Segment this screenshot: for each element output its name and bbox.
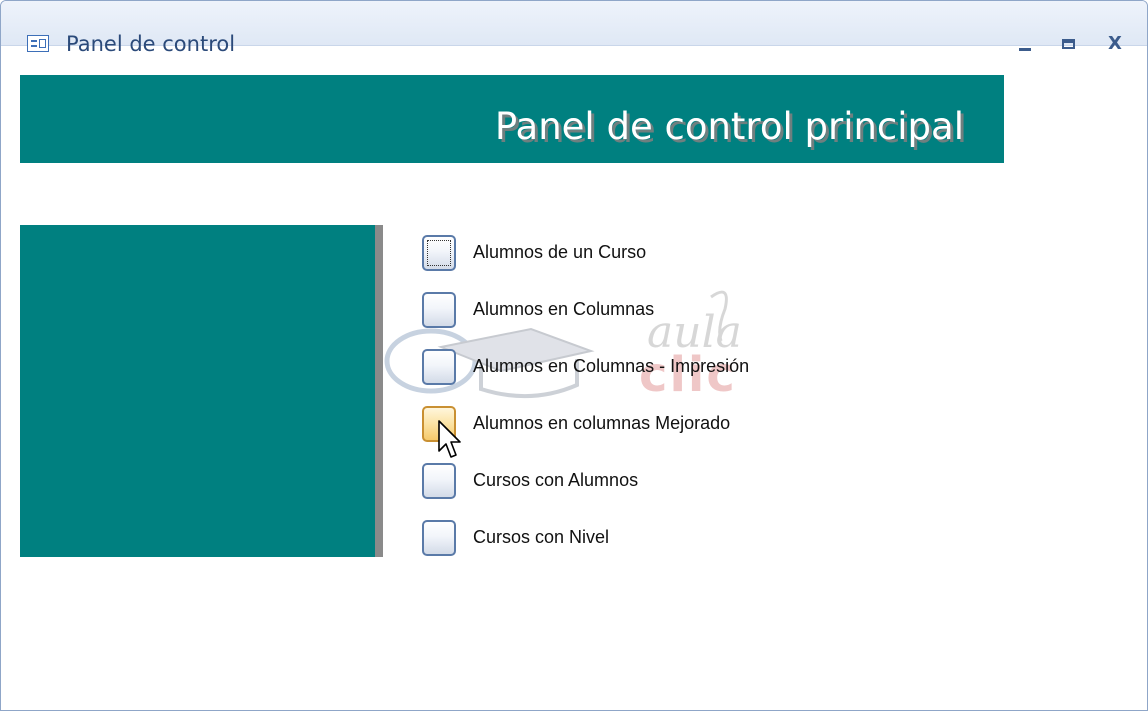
menu-item-alumnos-en-columnas[interactable]: Alumnos en Columnas xyxy=(422,290,842,330)
menu-button[interactable] xyxy=(422,520,456,556)
close-button[interactable]: X xyxy=(1102,33,1128,55)
header-title: Panel de control principal xyxy=(494,105,964,148)
maximize-icon xyxy=(1062,39,1075,49)
header-band: Panel de control principal xyxy=(20,75,1004,163)
window-title: Panel de control xyxy=(66,32,236,56)
menu-button[interactable] xyxy=(422,292,456,328)
menu-button[interactable] xyxy=(422,235,456,271)
menu-item-cursos-con-nivel[interactable]: Cursos con Nivel xyxy=(422,518,842,558)
side-divider xyxy=(375,225,383,557)
menu-item-alumnos-en-columnas-impresion[interactable]: Alumnos en Columnas - Impresión xyxy=(422,347,842,387)
menu-item-label: Alumnos de un Curso xyxy=(473,242,647,262)
access-form-window: Panel de control X Panel de control prin… xyxy=(0,0,1148,711)
maximize-button[interactable] xyxy=(1056,33,1082,55)
minimize-icon xyxy=(1019,48,1031,51)
title-bar[interactable]: Panel de control X xyxy=(1,1,1147,56)
menu-item-cursos-con-alumnos[interactable]: Cursos con Alumnos xyxy=(422,461,842,501)
menu-item-label: Cursos con Alumnos xyxy=(473,470,639,490)
menu-item-label: Alumnos en columnas Mejorado xyxy=(473,413,731,433)
menu-item-label: Alumnos en Columnas xyxy=(473,299,655,319)
menu-button[interactable] xyxy=(422,406,456,442)
menu-button[interactable] xyxy=(422,463,456,499)
form-icon xyxy=(27,35,49,52)
minimize-button[interactable] xyxy=(1012,33,1038,55)
menu-item-label: Alumnos en Columnas - Impresión xyxy=(473,356,750,376)
menu-item-alumnos-de-un-curso[interactable]: Alumnos de un Curso xyxy=(422,233,842,273)
menu-item-alumnos-en-columnas-mejorado[interactable]: Alumnos en columnas Mejorado xyxy=(422,404,842,444)
menu-button[interactable] xyxy=(422,349,456,385)
menu-item-label: Cursos con Nivel xyxy=(473,527,610,547)
side-panel xyxy=(20,225,375,557)
